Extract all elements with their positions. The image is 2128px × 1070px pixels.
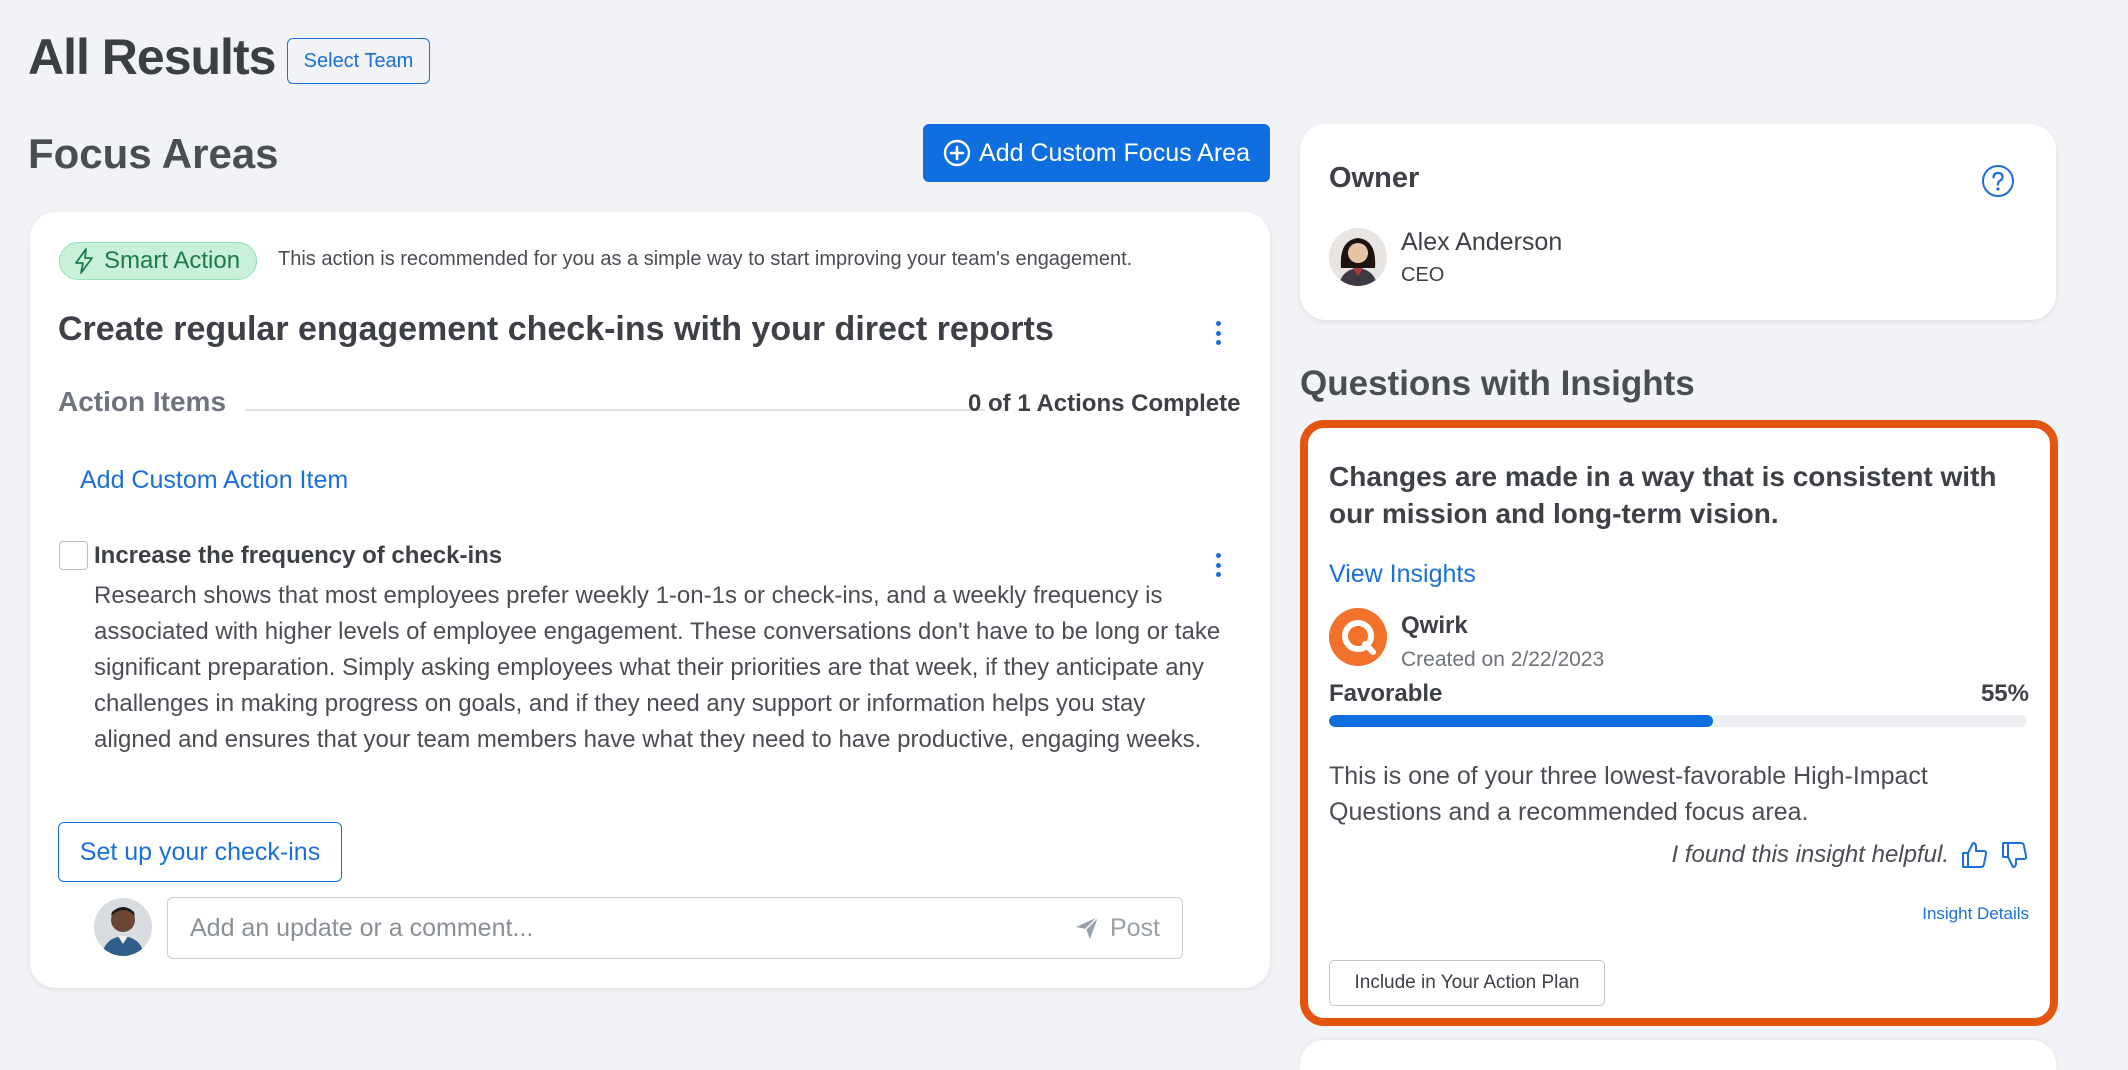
action-item-checkbox[interactable]: [59, 541, 88, 570]
select-team-button[interactable]: Select Team: [287, 38, 430, 84]
add-custom-focus-area-label: Add Custom Focus Area: [979, 138, 1250, 167]
favorable-label: Favorable: [1329, 680, 1443, 707]
owner-avatar: [1329, 228, 1387, 286]
action-items-divider: [245, 409, 985, 411]
focus-area-more-menu-icon[interactable]: [1210, 318, 1226, 348]
action-item-title: Increase the frequency of check-ins: [94, 542, 503, 569]
thumbs-up-icon[interactable]: [1959, 840, 1989, 870]
insight-created-date: Created on 2/22/2023: [1401, 648, 1605, 671]
questions-with-insights-title: Questions with Insights: [1300, 364, 1695, 403]
favorable-progress-fill: [1329, 715, 1713, 727]
next-insight-card: [1300, 1040, 2056, 1070]
set-up-check-ins-button[interactable]: Set up your check-ins: [58, 822, 342, 882]
insight-source-name: Qwirk: [1401, 612, 1468, 639]
comment-placeholder: Add an update or a comment...: [190, 913, 534, 942]
post-button[interactable]: Post: [1074, 914, 1160, 943]
owner-card: Owner Alex Anderson CEO: [1300, 124, 2056, 320]
view-insights-link[interactable]: View Insights: [1329, 560, 1476, 589]
add-custom-focus-area-button[interactable]: Add Custom Focus Area: [923, 124, 1270, 182]
owner-name: Alex Anderson: [1401, 228, 1563, 256]
action-item-description: Research shows that most employees prefe…: [94, 582, 1221, 753]
insight-feedback: I found this insight helpful.: [1671, 840, 2029, 870]
smart-action-description: This action is recommended for you as a …: [278, 248, 1133, 270]
post-label: Post: [1109, 913, 1160, 942]
comment-input[interactable]: Add an update or a comment... Post: [167, 897, 1183, 959]
current-user-avatar: [94, 898, 152, 956]
plus-circle-icon: [943, 139, 971, 167]
qwirk-logo-icon: [1329, 608, 1387, 666]
action-item-more-menu-icon[interactable]: [1210, 550, 1226, 580]
helpful-prompt: I found this insight helpful.: [1671, 841, 1949, 868]
smart-action-label: Smart Action: [104, 247, 241, 274]
question-circle-icon[interactable]: [1981, 164, 2015, 198]
insight-card: Changes are made in a way that is consis…: [1300, 420, 2058, 1026]
thumbs-down-icon[interactable]: [1999, 840, 2029, 870]
focus-area-card: Smart Action This action is recommended …: [30, 212, 1270, 988]
insight-description: This is one of your three lowest-favorab…: [1329, 762, 1928, 826]
lightning-bolt-icon: [74, 248, 94, 274]
owner-title: Owner: [1329, 162, 1420, 194]
page-title: All Results: [28, 29, 276, 85]
insight-question: Changes are made in a way that is consis…: [1329, 461, 1997, 529]
smart-action-badge: Smart Action: [59, 242, 258, 280]
paper-plane-icon: [1074, 915, 1100, 941]
add-custom-action-item-link[interactable]: Add Custom Action Item: [80, 466, 348, 495]
insight-details-link[interactable]: Insight Details: [1922, 904, 2029, 924]
focus-area-title: Create regular engagement check-ins with…: [58, 310, 1054, 348]
owner-role: CEO: [1401, 264, 1445, 286]
favorable-percentage: 55%: [1980, 680, 2029, 707]
action-items-label: Action Items: [58, 386, 227, 417]
actions-complete-count: 0 of 1 Actions Complete: [968, 390, 1241, 417]
include-in-action-plan-button[interactable]: Include in Your Action Plan: [1329, 960, 1605, 1006]
favorable-progress-bar: [1329, 715, 2027, 727]
focus-areas-title: Focus Areas: [28, 130, 279, 177]
